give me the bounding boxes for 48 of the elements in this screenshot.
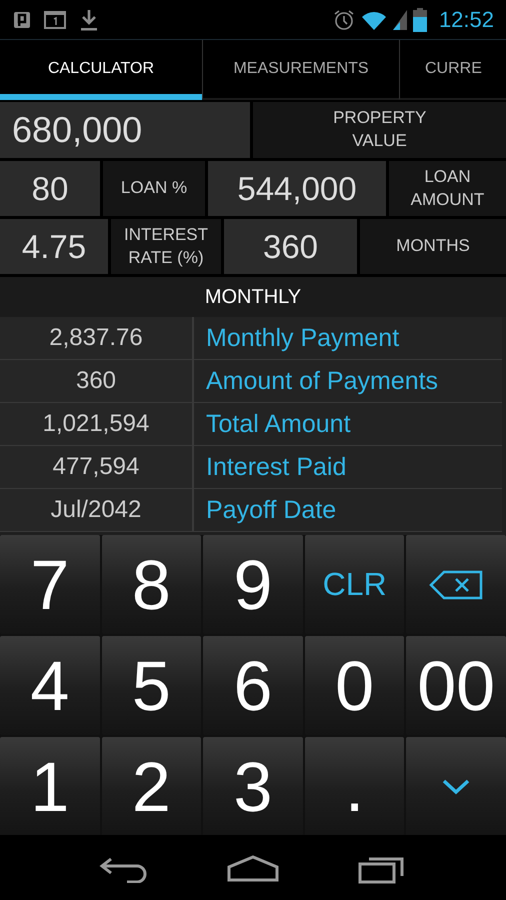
digit-key[interactable]: 0 (304, 636, 404, 735)
result-label: Interest Paid (194, 446, 502, 488)
battery-icon (412, 8, 427, 32)
digit-key[interactable]: 3 (203, 737, 303, 836)
result-label: Total Amount (194, 403, 502, 445)
clear-key[interactable]: CLR (304, 535, 404, 634)
result-value: 477,594 (0, 446, 194, 488)
digit-key[interactable]: 2 (102, 737, 202, 836)
field-label: LOAN % (103, 161, 205, 216)
number-field[interactable]: 544,000 (208, 161, 386, 216)
digit-key[interactable]: . (304, 737, 404, 836)
section-header: MONTHLY (0, 277, 506, 317)
digit-key[interactable]: 8 (102, 535, 202, 634)
number-field[interactable]: 680,000 (0, 102, 250, 158)
digit-key[interactable]: 4 (0, 636, 100, 735)
digit-key[interactable]: 9 (203, 535, 303, 634)
chevron-down-icon (441, 778, 472, 796)
digit-key[interactable]: 7 (0, 535, 100, 634)
digit-key[interactable]: 1 (0, 737, 100, 836)
tab[interactable]: MEASUREMENTS (202, 40, 399, 100)
field-label: INTEREST RATE (%) (111, 219, 221, 274)
result-label: Payoff Date (194, 489, 502, 531)
parking-icon (14, 10, 30, 28)
number-field[interactable]: 80 (0, 161, 100, 216)
result-value: 1,021,594 (0, 403, 194, 445)
result-value: Jul/2042 (0, 489, 194, 531)
field-label: PROPERTY VALUE (253, 102, 506, 158)
digit-key[interactable]: 00 (406, 636, 506, 735)
wifi-icon (360, 10, 387, 30)
backspace-icon (429, 570, 484, 600)
alarm-icon (332, 8, 355, 30)
download-icon (80, 8, 98, 30)
number-field[interactable]: 4.75 (0, 219, 108, 274)
signal-icon (392, 10, 407, 30)
home-icon[interactable] (226, 854, 280, 882)
digit-key[interactable]: 5 (102, 636, 202, 735)
result-value: 360 (0, 360, 194, 402)
number-field[interactable]: 360 (224, 219, 357, 274)
digit-key[interactable]: 6 (203, 636, 303, 735)
calendar-icon (44, 10, 66, 28)
field-label: MONTHS (360, 219, 506, 274)
field-label: LOAN AMOUNT (389, 161, 506, 216)
result-label: Monthly Payment (194, 317, 502, 359)
backspace-key[interactable] (406, 535, 506, 634)
tab[interactable]: CURRE (399, 40, 506, 100)
result-value: 2,837.76 (0, 317, 194, 359)
result-label: Amount of Payments (194, 360, 502, 402)
clock-time: 12:52 (438, 6, 494, 32)
